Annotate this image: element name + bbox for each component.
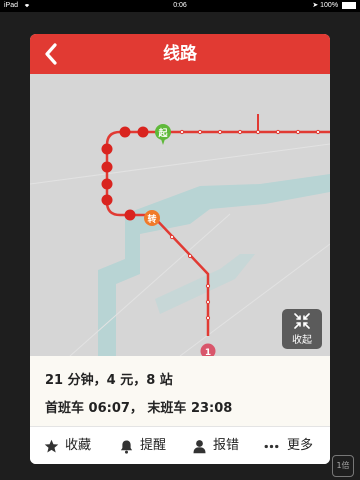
transfer-marker[interactable]: 转 xyxy=(144,210,160,226)
favorite-label: 收藏 xyxy=(65,438,92,453)
transfer-marker-label: 转 xyxy=(147,213,156,225)
schedule-summary: 首班车 06:07， 末班车 23:08 xyxy=(45,401,233,416)
line-number-label: 1 xyxy=(205,348,211,356)
start-marker-label: 起 xyxy=(157,127,168,139)
action-bar: 收藏 提醒 报错 更多 xyxy=(30,426,330,464)
compress-arrows-icon xyxy=(294,313,310,329)
route-summary: 21 分钟，4 元，8 站 首班车 06:07， 末班车 23:08 xyxy=(30,356,330,426)
start-marker[interactable]: 起 xyxy=(155,124,171,145)
location-arrow-icon: ➤ xyxy=(312,2,319,9)
person-icon xyxy=(193,440,206,454)
battery-text: 100% xyxy=(320,2,339,9)
report-error-label: 报错 xyxy=(213,438,240,453)
metro-line xyxy=(105,130,330,336)
header-bar: 线路 xyxy=(30,34,330,74)
more-dots-icon xyxy=(264,444,279,449)
bell-icon xyxy=(120,440,133,454)
reminder-label: 提醒 xyxy=(140,438,167,453)
route-card: 线路 起 转 1 收起 21 分钟，4 元，8 站 首班车 06:07， 末班车… xyxy=(30,34,330,464)
star-icon xyxy=(44,439,59,453)
more-label: 更多 xyxy=(287,438,314,453)
page-title: 线路 xyxy=(163,44,197,64)
road xyxy=(30,143,330,185)
more-button[interactable]: 更多 xyxy=(263,427,325,464)
line-number-badge[interactable]: 1 xyxy=(200,343,216,357)
river-branch xyxy=(155,254,255,314)
status-right: ➤ 100% xyxy=(312,0,356,12)
trip-summary: 21 分钟，4 元，8 站 xyxy=(45,373,173,388)
collapse-button[interactable]: 收起 xyxy=(282,309,322,349)
battery-icon xyxy=(342,1,356,9)
status-bar: iPad 0:06 ➤ 100% xyxy=(0,0,360,12)
clock: 0:06 xyxy=(173,2,187,9)
collapse-label: 收起 xyxy=(292,335,312,346)
report-error-button[interactable]: 报错 xyxy=(192,427,250,464)
favorite-button[interactable]: 收藏 xyxy=(44,427,102,464)
reminder-button[interactable]: 提醒 xyxy=(119,427,177,464)
route-map[interactable]: 起 转 1 收起 xyxy=(30,74,330,356)
zoom-badge[interactable]: 1倍 xyxy=(332,455,354,477)
